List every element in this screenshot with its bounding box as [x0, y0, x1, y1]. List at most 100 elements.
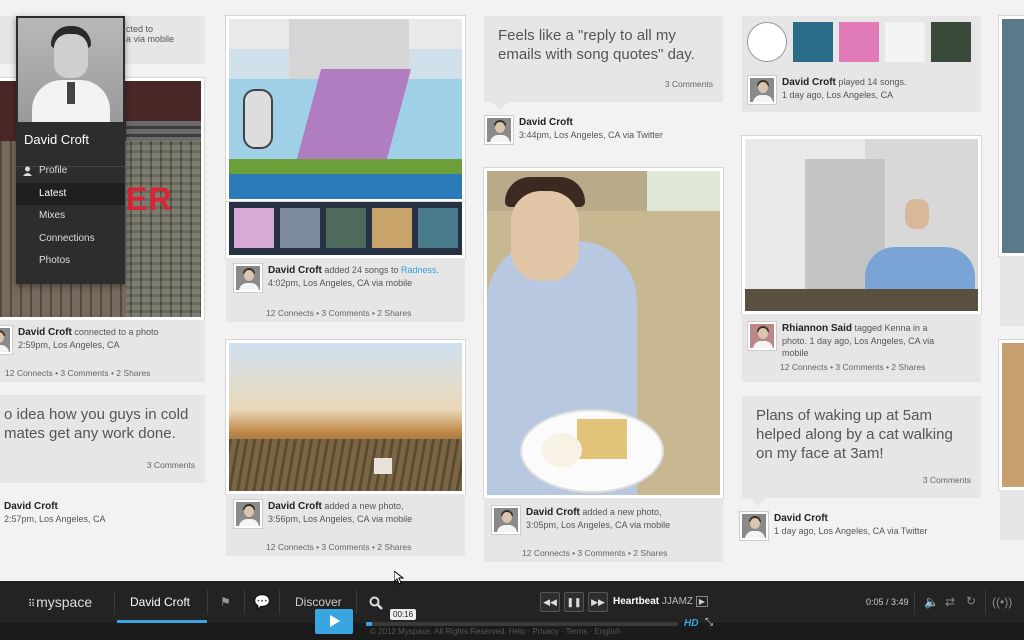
author-meta: David Croft 1 day ago, Los Angeles, CA v… [740, 512, 927, 540]
comment-count[interactable]: 3 Comments [923, 471, 971, 490]
menu-item-mixes[interactable]: Mixes [16, 205, 125, 227]
mix-strip [226, 202, 465, 258]
album-thumb[interactable] [326, 208, 366, 248]
action-text: connected to a photo [71, 327, 159, 337]
pause-icon[interactable]: ❚❚ [564, 592, 584, 612]
footer-text: © 2012 Myspace. All Rights Reserved. Hel… [370, 627, 621, 636]
repeat-icon[interactable]: ↻ [966, 594, 976, 608]
avatar[interactable] [748, 322, 776, 350]
radio-icon[interactable]: ((•)) [992, 595, 1012, 609]
author-name[interactable]: David Croft [18, 327, 72, 338]
track-title: Heartbeat [613, 596, 660, 607]
photo-post-mural[interactable] [226, 16, 465, 202]
author-name[interactable]: David Croft [268, 501, 322, 512]
album-thumb[interactable] [747, 22, 787, 62]
author-name[interactable]: David Croft [268, 265, 322, 276]
hd-toggle[interactable]: HD [684, 618, 698, 629]
comment-count[interactable]: 3 Comments [665, 75, 713, 94]
post-stats[interactable]: 12 Connects • 3 Comments • 2 Shares [5, 368, 150, 378]
post-time: 1 day ago, Los Angeles, CA [782, 90, 894, 100]
comment-count[interactable]: 3 Comments [147, 456, 195, 475]
profile-picture[interactable] [18, 18, 123, 122]
photo-post-partial[interactable] [999, 340, 1024, 490]
action-text: played 14 songs. [835, 77, 907, 87]
photo-meta: David Croft added a new photo, 3:05pm, L… [492, 506, 670, 534]
video-icon: ▶ [695, 596, 708, 607]
divider [207, 590, 208, 614]
sign-text: ER [126, 181, 173, 217]
time-tooltip: 00:16 [390, 609, 417, 620]
photo-post-partial[interactable] [999, 16, 1024, 256]
post-meta-text: cted to a via mobile [126, 24, 175, 44]
avatar[interactable] [740, 512, 768, 540]
forward-icon[interactable]: ▶▶ [588, 592, 608, 612]
album-thumb[interactable] [234, 208, 274, 248]
photo-post-sunset[interactable] [226, 340, 465, 494]
avatar[interactable] [748, 76, 776, 104]
playlist-link[interactable]: Radness [401, 265, 437, 275]
profile-menu: David Croft Profile Latest Mixes Connect… [16, 16, 125, 284]
divider [356, 590, 357, 614]
album-thumb[interactable] [280, 208, 320, 248]
author-name[interactable]: David Croft [782, 77, 836, 88]
user-nav[interactable]: David Croft [130, 581, 190, 623]
shuffle-icon[interactable]: ⇄ [945, 595, 955, 609]
progress-bar[interactable] [366, 622, 678, 626]
avatar[interactable] [492, 506, 520, 534]
divider [914, 590, 915, 614]
mouse-cursor [394, 571, 404, 585]
player-bar: ⠿ myspace David Croft ⚑ 💬 Discover ◀◀ ❚❚… [0, 581, 1024, 623]
play-icon[interactable] [315, 609, 353, 634]
album-thumb[interactable] [839, 22, 879, 62]
played-meta: David Croft played 14 songs. 1 day ago, … [748, 76, 906, 104]
avatar[interactable] [234, 500, 262, 528]
action-text: added a new photo, [321, 501, 404, 511]
post-time: 2:59pm, Los Angeles, CA [18, 340, 120, 350]
post-stats[interactable]: 12 Connects • 3 Comments • 2 Shares [780, 362, 925, 372]
photo-post-portrait[interactable] [742, 136, 981, 314]
now-playing[interactable]: Heartbeat JJAMZ ▶ [613, 581, 708, 623]
post-stats[interactable]: 12 Connects • 3 Comments • 2 Shares [266, 542, 411, 552]
menu-item-latest[interactable]: Latest [16, 183, 125, 205]
avatar[interactable] [0, 326, 12, 354]
divider [279, 590, 280, 614]
avatar[interactable] [485, 116, 513, 144]
stream-page: cted to a via mobile ER David Croft conn… [0, 0, 1024, 640]
author-name[interactable]: David Croft [526, 507, 580, 518]
expand-icon[interactable]: ⤡ [705, 617, 713, 628]
menu-item-label: Profile [39, 165, 68, 176]
volume-icon[interactable]: 🔈 [924, 595, 939, 609]
track-time: 0:05 / 3:49 [866, 597, 909, 607]
photo-meta: David Croft added a new photo, 3:56pm, L… [234, 500, 412, 528]
myspace-logo[interactable]: ⠿ myspace [28, 581, 92, 623]
album-thumb[interactable] [885, 22, 925, 62]
author-name[interactable]: David Croft [4, 501, 58, 512]
post-stats[interactable]: 12 Connects • 3 Comments • 2 Shares [522, 548, 667, 558]
avatar[interactable] [234, 264, 262, 292]
connect-meta: David Croft connected to a photo 2:59pm,… [0, 326, 158, 354]
album-thumb[interactable] [793, 22, 833, 62]
action-text: added a new photo, [579, 507, 662, 517]
chat-icon[interactable]: 💬 [254, 581, 270, 623]
rewind-icon[interactable]: ◀◀ [540, 592, 560, 612]
menu-item-connections[interactable]: Connections [16, 228, 125, 250]
photo-post-cake[interactable] [484, 168, 723, 498]
post-card-partial [1000, 490, 1024, 540]
quote-card: Feels like a "reply to all my emails wit… [484, 16, 723, 102]
author-name[interactable]: David Croft [774, 513, 828, 524]
track-artist: JJAMZ [661, 596, 694, 607]
post-stats[interactable]: 12 Connects • 3 Comments • 2 Shares [266, 308, 411, 318]
quote-card: o idea how you guys in cold mates get an… [0, 395, 205, 483]
user-icon [23, 166, 32, 176]
flag-icon[interactable]: ⚑ [220, 581, 231, 623]
author-name[interactable]: David Croft [519, 117, 573, 128]
menu-item-photos[interactable]: Photos [16, 250, 125, 272]
menu-item-profile[interactable]: Profile [16, 160, 125, 182]
search-icon[interactable] [369, 581, 383, 623]
album-thumb[interactable] [931, 22, 971, 62]
album-thumb[interactable] [372, 208, 412, 248]
divider [244, 590, 245, 614]
divider [114, 590, 115, 614]
album-thumb[interactable] [418, 208, 458, 248]
author-name[interactable]: Rhiannon Said [782, 323, 852, 334]
